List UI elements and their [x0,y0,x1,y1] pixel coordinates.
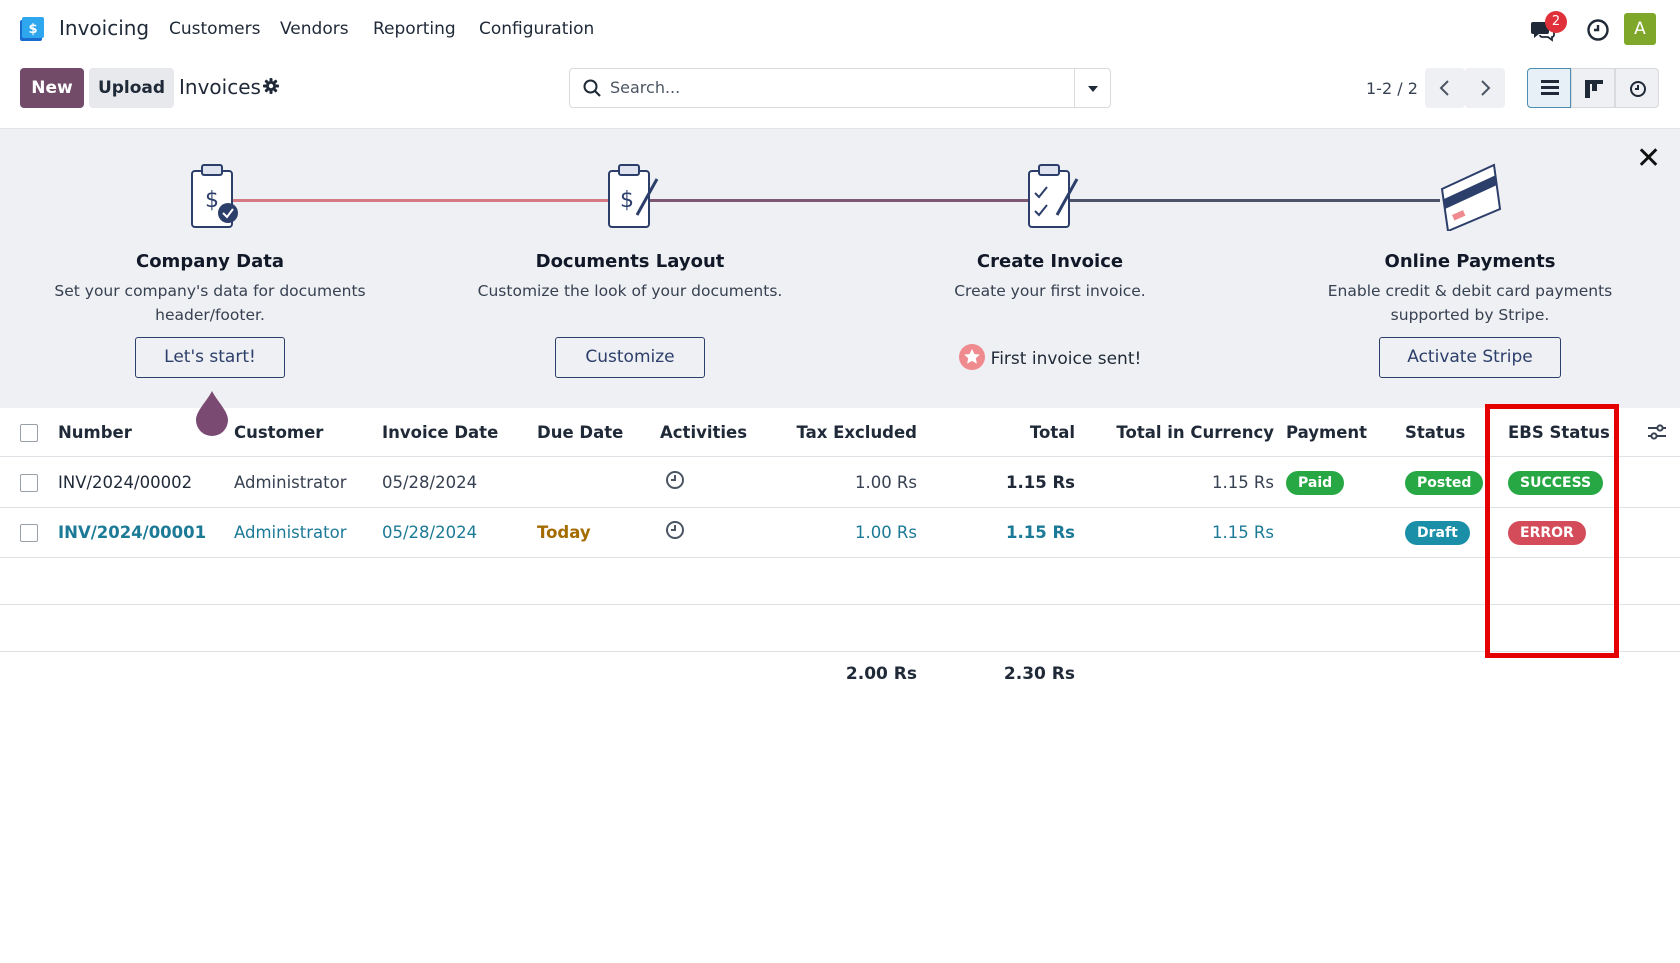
step-documents-layout: $ Documents Layout Customize the look of… [460,129,800,409]
activity-view-button[interactable] [1615,68,1659,108]
table-row[interactable]: INV/2024/00002 Administrator 05/28/2024 … [0,458,1680,508]
column-header-invoice-date[interactable]: Invoice Date [382,423,498,442]
tax-excluded: 1.00 Rs [854,523,917,542]
step-description: Create your first invoice. [954,282,1146,300]
total-in-currency: 1.15 Rs [1211,523,1274,542]
customer-name: Administrator [234,523,347,542]
kanban-icon [1585,80,1603,98]
activity-clock-icon[interactable] [665,470,685,490]
payment-badge: Paid [1286,471,1345,495]
column-header-due-date[interactable]: Due Date [537,423,623,442]
tax-excluded: 1.00 Rs [854,473,917,492]
step-done-message: First invoice sent! [880,344,1220,370]
invoice-date: 05/28/2024 [382,523,478,542]
step-title: Company Data [135,251,285,272]
page-title: Invoices [179,75,261,99]
app-name[interactable]: Invoicing [59,16,149,40]
lets-start-button[interactable]: Let's start! [135,337,285,378]
pager-previous-button[interactable] [1425,68,1465,108]
status-badge: Draft [1405,521,1470,545]
select-all-checkbox[interactable] [20,424,38,442]
column-header-number[interactable]: Number [58,423,132,442]
step-company-data: $ Company Data Set your company's data f… [40,129,380,409]
clipboard-dollar-icon: $ [191,164,238,228]
notification-badge: 2 [1545,11,1567,33]
gear-icon[interactable] [263,78,279,94]
menu-vendors[interactable]: Vendors [280,19,349,39]
svg-text:$: $ [620,188,634,213]
search-input[interactable] [610,78,1030,97]
search-icon [583,79,601,97]
caret-down-icon[interactable] [1086,84,1100,94]
svg-text:$: $ [205,188,219,213]
due-date: Today [537,523,591,542]
total-sum: 2.30 Rs [1003,664,1075,684]
clipboard-edit-icon: $ [608,164,659,228]
empty-row [0,605,1680,652]
menu-customers[interactable]: Customers [169,19,260,39]
customize-button[interactable]: Customize [555,337,705,378]
chevron-left-icon [1439,80,1449,96]
pager-value[interactable]: 1-2 / 2 [1366,79,1418,98]
pager-next-button[interactable] [1465,68,1505,108]
list-view-button[interactable] [1527,68,1571,108]
menu-configuration[interactable]: Configuration [479,19,594,39]
column-header-payment[interactable]: Payment [1286,423,1367,442]
credit-card-icon [1440,163,1502,231]
total-tax-excluded: 2.00 Rs [845,664,917,684]
table-header: Number Customer Invoice Date Due Date Ac… [0,408,1680,457]
table-row[interactable]: INV/2024/00001 Administrator 05/28/2024 … [0,508,1680,558]
step-title: Online Payments [1384,251,1556,272]
invoice-date: 05/28/2024 [382,473,478,492]
column-header-activities[interactable]: Activities [660,423,747,442]
step-description: Enable credit & debit card payments supp… [1327,282,1613,324]
chevron-right-icon [1481,80,1491,96]
activate-stripe-button[interactable]: Activate Stripe [1379,337,1561,378]
clock-icon [1630,81,1646,97]
column-header-status[interactable]: Status [1405,423,1465,442]
invoicing-app-icon[interactable]: $ [18,15,46,43]
ebs-status-highlight-box [1485,404,1619,658]
column-header-total-in-currency[interactable]: Total in Currency [1100,423,1274,442]
step-online-payments: Online Payments Enable credit & debit ca… [1300,129,1640,409]
step-create-invoice: Create Invoice Create your first invoice… [880,129,1220,409]
upload-button[interactable]: Upload [89,68,174,108]
menu-reporting[interactable]: Reporting [373,19,456,39]
clipboard-check-icon [1028,164,1079,228]
column-header-customer[interactable]: Customer [234,423,323,442]
invoice-number: INV/2024/00002 [58,473,193,492]
invoice-number: INV/2024/00001 [58,523,207,542]
onboarding-panel: $ Company Data Set your company's data f… [0,128,1680,408]
list-icon [1541,80,1559,95]
column-settings-icon[interactable] [1648,424,1666,440]
column-header-tax-excluded[interactable]: Tax Excluded [760,423,917,442]
step-description: Set your company's data for documents he… [54,282,366,324]
kanban-view-button[interactable] [1571,68,1615,108]
empty-row [0,558,1680,605]
step-title: Create Invoice [976,251,1124,272]
search-bar [569,68,1111,108]
clock-icon[interactable] [1586,18,1610,42]
new-button[interactable]: New [20,68,84,108]
close-icon[interactable]: ✕ [1636,141,1661,176]
row-checkbox[interactable] [20,524,38,542]
customer-name: Administrator [234,473,347,492]
total: 1.15 Rs [1006,473,1075,492]
activity-clock-icon[interactable] [665,520,685,540]
column-header-total[interactable]: Total [960,423,1075,442]
total-in-currency: 1.15 Rs [1211,473,1274,492]
step-description: Customize the look of your documents. [477,282,783,300]
search-divider [1074,69,1075,107]
user-avatar[interactable]: A [1624,13,1656,45]
drop-icon [196,391,228,436]
status-badge: Posted [1405,471,1484,495]
svg-text:$: $ [28,22,37,37]
step-title: Documents Layout [535,251,725,272]
row-checkbox[interactable] [20,474,38,492]
total: 1.15 Rs [1006,523,1075,542]
top-navbar: $ Invoicing Customers Vendors Reporting … [0,0,1680,58]
step-done-label: First invoice sent! [990,349,1142,369]
star-badge-icon [958,344,985,370]
